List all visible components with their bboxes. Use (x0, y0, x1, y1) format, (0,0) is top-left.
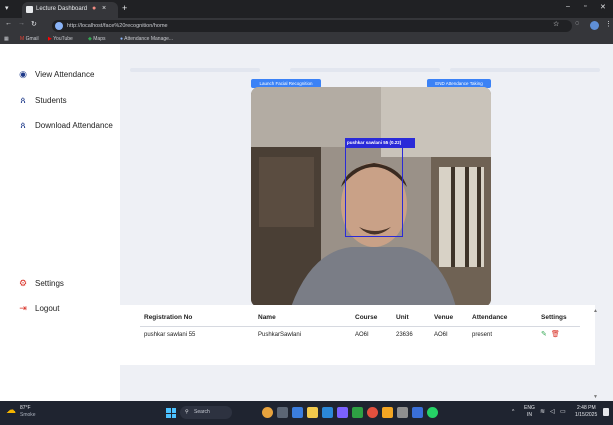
sidebar-item-download-attendance[interactable]: ጰ Download Attendance (18, 120, 113, 131)
tray-chevron-icon[interactable]: ^ (512, 409, 514, 415)
battery-icon[interactable]: ▭ (560, 408, 566, 415)
bookmark-attendance[interactable]: ● Attendance Manage... (120, 36, 173, 42)
sidebar-item-view-attendance[interactable]: ◉ View Attendance (18, 69, 94, 80)
app-icon[interactable] (397, 407, 408, 418)
youtube-icon: ▶ (48, 36, 52, 42)
col-header-settings: Settings (541, 314, 567, 321)
bookmark-gmail[interactable]: M Gmail (20, 36, 39, 42)
sidebar-item-settings[interactable]: ⚙ Settings (18, 278, 64, 289)
sidebar-item-label: Logout (35, 304, 60, 313)
browser-menu-dots-icon[interactable]: ⋮ (605, 20, 612, 28)
cell-unit: 23636 (396, 332, 413, 338)
sidebar-item-label: Students (35, 96, 67, 105)
xbox-icon[interactable] (352, 407, 363, 418)
col-header-attendance: Attendance (472, 314, 508, 321)
recording-icon: ● (92, 5, 97, 12)
search-placeholder: Search (194, 409, 210, 415)
xampp-icon[interactable] (382, 407, 393, 418)
clock-time[interactable]: 2:48 PM (577, 405, 596, 411)
forward-icon[interactable]: → (18, 20, 25, 27)
card-edge (290, 68, 440, 72)
volume-icon[interactable]: ◁ (550, 408, 555, 415)
bookmark-star-icon[interactable]: ☆ (553, 20, 559, 28)
weather-desc: Smoke (20, 412, 36, 418)
cell-name: PushkarSawlani (258, 332, 302, 338)
person-icon: ጰ (20, 120, 26, 130)
close-window-button[interactable]: ✕ (600, 3, 606, 11)
bookmark-youtube[interactable]: ▶ YouTube (48, 36, 73, 42)
language-bottom: IN (527, 412, 532, 418)
eye-icon: ◉ (19, 69, 27, 79)
delete-icon[interactable]: 🗑 (551, 330, 560, 338)
sidebar-item-label: Download Attendance (35, 121, 113, 130)
windows-start-icon[interactable] (166, 408, 176, 418)
col-header-venue: Venue (434, 314, 454, 321)
task-view-icon[interactable] (277, 407, 288, 418)
sidebar-item-logout[interactable]: ⇥ Logout (18, 303, 59, 314)
apps-grid-icon[interactable]: ▦ (4, 36, 9, 42)
app-icon[interactable] (412, 407, 423, 418)
table-divider (140, 326, 580, 327)
cell-course: AO6I (355, 332, 369, 338)
maximize-button[interactable]: ▫ (584, 3, 586, 10)
store-icon[interactable] (322, 407, 333, 418)
taskbar-search[interactable]: ⚲ Search (180, 406, 232, 419)
col-header-registration: Registration No (144, 314, 193, 321)
search-icon: ⚲ (185, 409, 189, 415)
face-detection-label: pushkar sawlani 55 (0.22) (345, 138, 415, 148)
back-icon[interactable]: ← (5, 20, 12, 27)
sidebar-item-label: View Attendance (35, 70, 95, 79)
tab-title: Lecture Dashboard (36, 6, 88, 12)
col-header-name: Name (258, 314, 276, 321)
file-explorer-icon[interactable] (307, 407, 318, 418)
weather-icon[interactable]: ☁ (6, 405, 16, 416)
logout-icon: ⇥ (19, 303, 27, 313)
notification-icon[interactable] (603, 408, 609, 416)
vscode-icon[interactable] (337, 407, 348, 418)
cell-registration: pushkar sawlani 55 (144, 332, 196, 338)
cell-venue: AO6I (434, 332, 448, 338)
face-detection-box (345, 138, 403, 237)
edit-icon[interactable]: ✎ (541, 330, 547, 338)
site-info-icon[interactable] (55, 22, 63, 30)
scroll-up-icon[interactable]: ▲ (593, 308, 598, 314)
camera-feed: pushkar sawlani 55 (0.22) (251, 87, 491, 307)
tab-favicon-icon (26, 6, 33, 13)
col-header-course: Course (355, 314, 378, 321)
new-tab-button[interactable]: + (122, 3, 127, 13)
tab-close-icon[interactable]: × (102, 5, 106, 12)
gmail-icon: M (20, 36, 25, 42)
extensions-icon[interactable]: ◌ (575, 20, 579, 27)
scroll-down-icon[interactable]: ▼ (593, 394, 598, 400)
chrome-icon[interactable] (367, 407, 378, 418)
card-edge (450, 68, 600, 72)
url-text: http://localhost/face%20recognition/home (67, 23, 168, 29)
maps-icon: ◆ (88, 36, 92, 42)
person-icon: ጰ (20, 95, 26, 105)
browser-menu-icon[interactable]: ▾ (5, 4, 9, 12)
gear-icon: ⚙ (18, 278, 28, 288)
language-top[interactable]: ENG (524, 405, 535, 411)
profile-avatar[interactable] (590, 21, 599, 30)
card-edge (130, 68, 260, 72)
weather-temp: 87°F (20, 405, 31, 411)
browser-tab[interactable]: Lecture Dashboard ● × (22, 2, 118, 18)
sidebar-item-students[interactable]: ጰ Students (18, 95, 67, 106)
widgets-icon[interactable] (292, 407, 303, 418)
bookmark-maps[interactable]: ◆ Maps (88, 36, 105, 42)
reload-icon[interactable]: ↻ (31, 20, 37, 28)
minimize-button[interactable]: – (566, 3, 570, 10)
wifi-icon[interactable]: ≋ (540, 408, 545, 415)
whatsapp-icon[interactable] (427, 407, 438, 418)
col-header-unit: Unit (396, 314, 409, 321)
address-bar[interactable]: http://localhost/face%20recognition/home (52, 20, 572, 32)
sidebar-item-label: Settings (35, 279, 64, 288)
cell-attendance: present (472, 332, 493, 338)
globe-icon: ● (120, 36, 124, 42)
clock-date[interactable]: 1/15/2025 (575, 412, 597, 418)
taskbar-app-icon[interactable] (262, 407, 273, 418)
